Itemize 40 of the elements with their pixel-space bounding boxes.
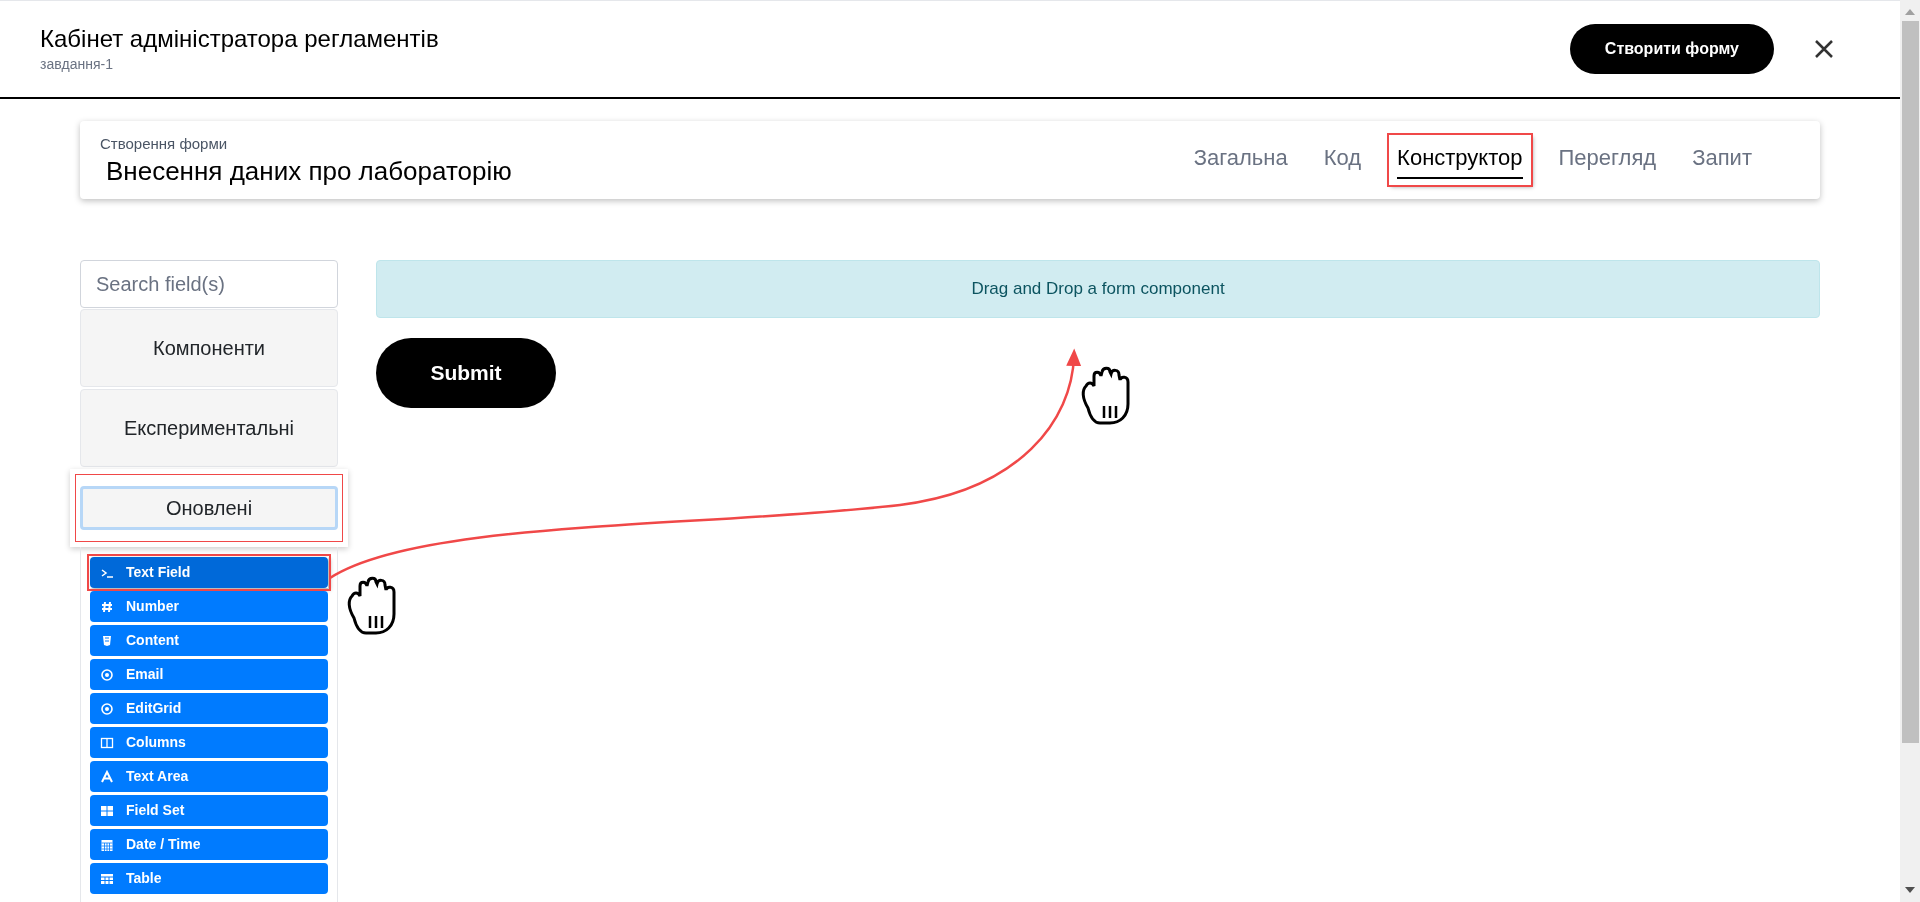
category-button[interactable]: Компоненти: [80, 309, 338, 387]
component-item[interactable]: Number: [90, 591, 328, 622]
columns-icon: [100, 735, 114, 750]
component-item[interactable]: Content: [90, 625, 328, 656]
category-button[interactable]: Експериментальні: [80, 389, 338, 467]
hash-icon: [100, 599, 114, 614]
letter-icon: [100, 769, 114, 784]
table-icon: [100, 871, 114, 886]
tab[interactable]: Загальна: [1193, 141, 1288, 179]
hand-cursor-icon: [1081, 366, 1130, 425]
component-item[interactable]: Date / Time: [90, 829, 328, 860]
tab[interactable]: Перегляд: [1558, 141, 1657, 179]
tab[interactable]: Запит: [1692, 141, 1752, 179]
component-item[interactable]: Text Area: [90, 761, 328, 792]
search-field[interactable]: Search field(s): [80, 260, 338, 308]
shield-icon: [100, 633, 114, 648]
submit-button[interactable]: Submit: [376, 338, 556, 408]
component-item[interactable]: Table: [90, 863, 328, 894]
grid-icon: [100, 803, 114, 818]
app-title: Кабінет адміністратора регламентів: [40, 23, 440, 54]
component-item[interactable]: Email: [90, 659, 328, 690]
scroll-thumb[interactable]: [1901, 21, 1919, 743]
tab[interactable]: Конструктор: [1397, 141, 1523, 179]
form-title: Внесення даних про лабораторію: [105, 155, 513, 188]
calendar-icon: [100, 837, 114, 852]
category-button[interactable]: Оновлені: [80, 486, 338, 530]
component-item[interactable]: Field Set: [90, 795, 328, 826]
drop-zone: Drag and Drop a form component: [376, 260, 1820, 318]
hand-cursor-icon: [347, 576, 396, 635]
close-icon[interactable]: [1814, 39, 1834, 59]
scrollbar[interactable]: [1900, 0, 1920, 902]
create-form-button[interactable]: Створити форму: [1569, 24, 1774, 74]
scroll-up-icon[interactable]: [1905, 9, 1915, 15]
form-caption: Створення форми: [100, 133, 229, 154]
tab[interactable]: Код: [1323, 141, 1362, 179]
component-item[interactable]: Text Field: [90, 557, 328, 588]
app-subtitle: завдання-1: [40, 54, 114, 74]
component-item[interactable]: Columns: [90, 727, 328, 758]
component-item[interactable]: EditGrid: [90, 693, 328, 724]
scroll-down-icon[interactable]: [1905, 887, 1915, 893]
